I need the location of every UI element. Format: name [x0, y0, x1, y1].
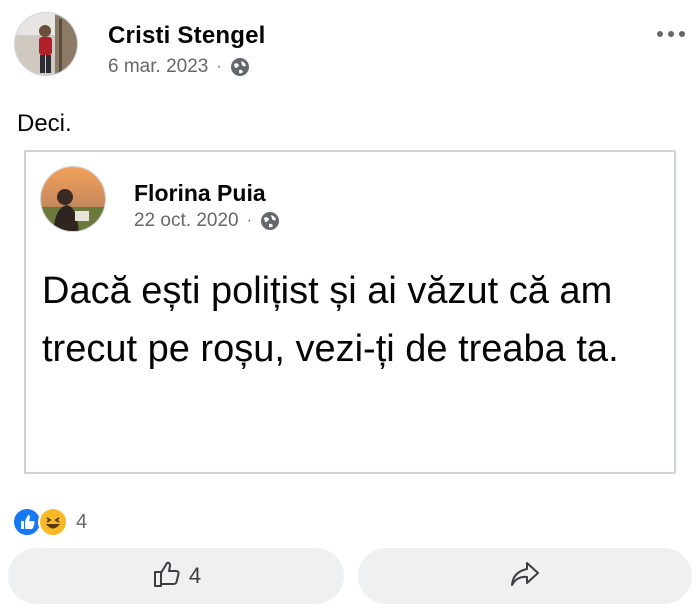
author-name[interactable]: Cristi Stengel	[108, 22, 266, 50]
shared-post-text: Dacă ești polițist și ai văzut că am tre…	[42, 270, 619, 370]
shared-author-name[interactable]: Florina Puia	[134, 180, 266, 207]
like-button[interactable]: 4	[8, 548, 344, 604]
shared-post-meta: 22 oct. 2020 ·	[134, 210, 280, 232]
shared-author-avatar[interactable]	[40, 166, 106, 232]
shared-post-date[interactable]: 22 oct. 2020	[134, 210, 239, 232]
haha-reaction-icon	[38, 507, 68, 537]
share-button[interactable]	[358, 548, 692, 604]
post-meta: 6 mar. 2023 ·	[108, 56, 250, 78]
like-count: 4	[188, 563, 202, 588]
globe-icon	[260, 211, 280, 231]
more-options-icon[interactable]	[654, 22, 688, 46]
author-avatar[interactable]	[14, 12, 78, 76]
share-arrow-icon	[508, 559, 542, 594]
reaction-count: 4	[76, 510, 88, 533]
globe-icon	[230, 57, 250, 77]
post-text: Deci.	[17, 110, 72, 137]
reactions-summary[interactable]: 4	[12, 507, 87, 537]
meta-separator: ·	[246, 212, 252, 229]
post-date[interactable]: 6 mar. 2023	[108, 56, 208, 78]
meta-separator: ·	[216, 58, 222, 75]
thumbs-up-icon	[151, 558, 183, 595]
